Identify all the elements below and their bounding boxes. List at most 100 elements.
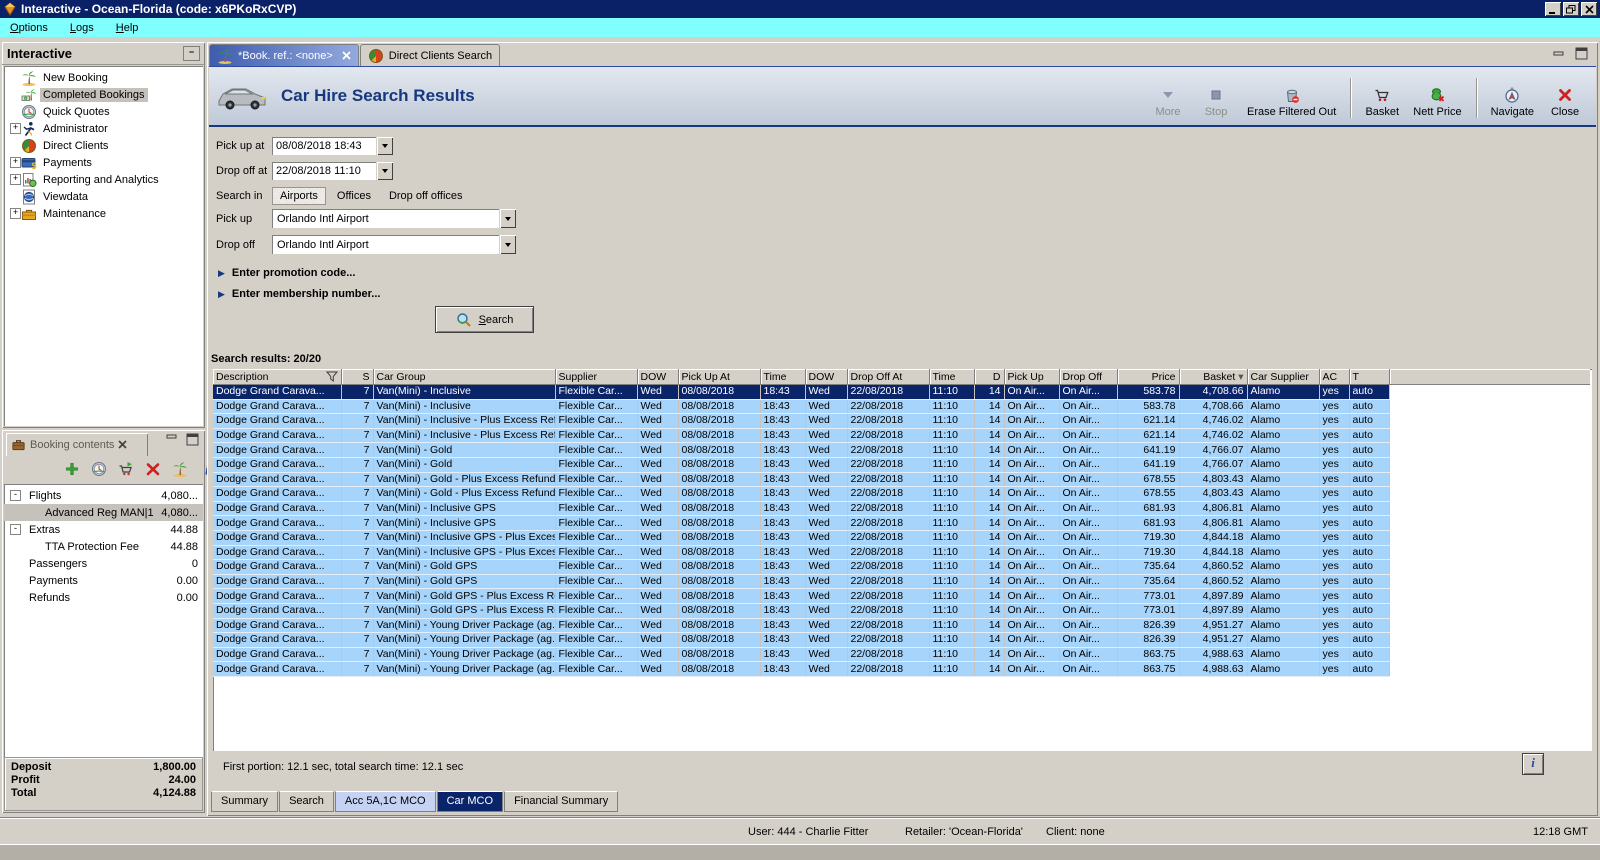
- result-row[interactable]: Dodge Grand Carava...7Van(Mini) - Gold G…: [213, 574, 1590, 589]
- result-row[interactable]: Dodge Grand Carava...7Van(Mini) - Inclus…: [213, 530, 1590, 545]
- tree-expander[interactable]: +: [10, 208, 21, 219]
- dropoff-combo[interactable]: Orlando Intl Airport: [272, 235, 499, 254]
- booking-row-expander[interactable]: -: [10, 490, 21, 501]
- toolbar-nett-price-button[interactable]: Nett Price: [1413, 87, 1461, 118]
- panel-maximize-icon[interactable]: [186, 433, 199, 446]
- result-row[interactable]: Dodge Grand Carava...7Van(Mini) - Inclus…: [213, 385, 1590, 400]
- promotion-code-expander[interactable]: ▶ Enter promotion code...: [218, 267, 355, 279]
- dropoff-at-dropdown-icon[interactable]: [377, 162, 393, 180]
- column-header-basket[interactable]: Basket ▾: [1179, 369, 1247, 385]
- result-row[interactable]: Dodge Grand Carava...7Van(Mini) - Young …: [213, 618, 1590, 633]
- document-tab-active[interactable]: *Book. ref.: <none>: [209, 44, 359, 66]
- sidebar-item-administrator[interactable]: +Administrator: [4, 120, 203, 137]
- column-header-pick-up-at[interactable]: Pick Up At: [678, 369, 760, 385]
- pane-maximize-icon[interactable]: [1575, 47, 1588, 60]
- search-in-option-offices[interactable]: Offices: [330, 188, 378, 204]
- menu-item-options[interactable]: Options: [10, 22, 48, 34]
- column-header-drop-off-at[interactable]: Drop Off At: [847, 369, 929, 385]
- minimize-button[interactable]: [1545, 2, 1561, 16]
- pickup-at-dropdown-icon[interactable]: [377, 137, 393, 155]
- info-button[interactable]: i: [1522, 753, 1544, 775]
- booking-tool-palm[interactable]: [172, 461, 188, 477]
- booking-row-passengers[interactable]: Passengers0: [4, 555, 203, 572]
- result-row[interactable]: Dodge Grand Carava...7Van(Mini) - Gold G…: [213, 589, 1590, 604]
- column-header-dow[interactable]: DOW: [805, 369, 847, 385]
- bottom-tab-car-mco[interactable]: Car MCO: [437, 791, 503, 812]
- sidebar-item-reporting-and-analytics[interactable]: +Reporting and Analytics: [4, 171, 203, 188]
- tree-expander[interactable]: +: [10, 174, 21, 185]
- booking-tool-add[interactable]: [64, 461, 80, 477]
- result-row[interactable]: Dodge Grand Carava...7Van(Mini) - Young …: [213, 633, 1590, 648]
- toolbar-close-button[interactable]: Close: [1548, 87, 1582, 118]
- column-header-time[interactable]: Time: [929, 369, 974, 385]
- sidebar-item-payments[interactable]: +$Payments: [4, 154, 203, 171]
- booking-row-payments[interactable]: Payments0.00: [4, 572, 203, 589]
- search-in-option-airports[interactable]: Airports: [272, 187, 326, 205]
- result-row[interactable]: Dodge Grand Carava...7Van(Mini) - Young …: [213, 662, 1590, 677]
- booking-contents-close-icon[interactable]: [118, 440, 127, 449]
- result-row[interactable]: Dodge Grand Carava...7Van(Mini) - Inclus…: [213, 516, 1590, 531]
- toolbar-navigate-button[interactable]: Navigate: [1491, 87, 1534, 118]
- document-tab-inactive[interactable]: Direct Clients Search: [360, 44, 500, 66]
- result-row[interactable]: Dodge Grand Carava...7Van(Mini) - Gold G…: [213, 560, 1590, 575]
- column-header-car-supplier[interactable]: Car Supplier: [1247, 369, 1319, 385]
- sidebar-item-direct-clients[interactable]: Direct Clients: [4, 137, 203, 154]
- pickup-combo[interactable]: Orlando Intl Airport: [272, 209, 499, 228]
- sidebar-item-new-booking[interactable]: New Booking: [4, 69, 203, 86]
- column-header-price[interactable]: Price: [1117, 369, 1179, 385]
- dropoff-combo-dropdown-icon[interactable]: [500, 235, 516, 254]
- pickup-combo-dropdown-icon[interactable]: [500, 209, 516, 228]
- bottom-tab-financial-summary[interactable]: Financial Summary: [504, 791, 618, 812]
- result-row[interactable]: Dodge Grand Carava...7Van(Mini) - Gold -…: [213, 487, 1590, 502]
- membership-number-expander[interactable]: ▶ Enter membership number...: [218, 288, 380, 300]
- booking-row-tta-protection-fee[interactable]: TTA Protection Fee44.88: [4, 538, 203, 555]
- search-button[interactable]: Search: [435, 306, 534, 333]
- result-row[interactable]: Dodge Grand Carava...7Van(Mini) - GoldFl…: [213, 443, 1590, 458]
- column-header-ac[interactable]: AC: [1319, 369, 1349, 385]
- panel-collapse-button[interactable]: −: [183, 46, 200, 61]
- result-row[interactable]: Dodge Grand Carava...7Van(Mini) - Inclus…: [213, 501, 1590, 516]
- bottom-tab-acc-5a-1c-mco[interactable]: Acc 5A,1C MCO: [335, 791, 436, 812]
- column-header-pick-up[interactable]: Pick Up: [1004, 369, 1059, 385]
- menu-item-logs[interactable]: Logs: [70, 22, 94, 34]
- column-header-s[interactable]: S: [341, 369, 373, 385]
- column-header-t[interactable]: T: [1349, 369, 1389, 385]
- result-row[interactable]: Dodge Grand Carava...7Van(Mini) - Young …: [213, 647, 1590, 662]
- booking-row-extras[interactable]: -Extras44.88: [4, 521, 203, 538]
- tree-expander[interactable]: +: [10, 123, 21, 134]
- sidebar-item-completed-bookings[interactable]: Completed Bookings: [4, 86, 203, 103]
- restore-button[interactable]: [1563, 2, 1579, 16]
- sidebar-item-viewdata[interactable]: Viewdata: [4, 188, 203, 205]
- pickup-at-input[interactable]: 08/08/2018 18:43: [272, 137, 376, 155]
- bottom-tab-summary[interactable]: Summary: [211, 791, 278, 812]
- result-row[interactable]: Dodge Grand Carava...7Van(Mini) - Gold -…: [213, 472, 1590, 487]
- booking-tool-delete[interactable]: [145, 461, 161, 477]
- result-row[interactable]: Dodge Grand Carava...7Van(Mini) - Inclus…: [213, 428, 1590, 443]
- dropoff-at-input[interactable]: 22/08/2018 11:10: [272, 162, 376, 180]
- booking-row-advanced-reg-man-1[interactable]: Advanced Reg MAN|14,080...: [4, 504, 203, 521]
- toolbar-basket-button[interactable]: Basket: [1365, 87, 1399, 118]
- column-header-description[interactable]: Description: [213, 369, 341, 385]
- toolbar-erase-filtered-out-button[interactable]: Erase Filtered Out: [1247, 87, 1336, 118]
- column-header-car-group[interactable]: Car Group: [373, 369, 555, 385]
- result-row[interactable]: Dodge Grand Carava...7Van(Mini) - Inclus…: [213, 414, 1590, 429]
- tree-expander[interactable]: +: [10, 157, 21, 168]
- sidebar-item-maintenance[interactable]: +Maintenance: [4, 205, 203, 222]
- menu-item-help[interactable]: Help: [116, 22, 139, 34]
- bottom-tab-search[interactable]: Search: [279, 791, 334, 812]
- booking-row-refunds[interactable]: Refunds0.00: [4, 589, 203, 606]
- tab-close-icon[interactable]: [342, 51, 351, 60]
- booking-row-expander[interactable]: -: [10, 524, 21, 535]
- booking-row-flights[interactable]: -Flights4,080...: [4, 487, 203, 504]
- column-header-dow[interactable]: DOW: [637, 369, 678, 385]
- search-in-option-drop-off-offices[interactable]: Drop off offices: [382, 188, 470, 204]
- result-row[interactable]: Dodge Grand Carava...7Van(Mini) - Inclus…: [213, 399, 1590, 414]
- column-header-supplier[interactable]: Supplier: [555, 369, 637, 385]
- column-header-drop-off[interactable]: Drop Off: [1059, 369, 1117, 385]
- result-row[interactable]: Dodge Grand Carava...7Van(Mini) - Inclus…: [213, 545, 1590, 560]
- sidebar-item-quick-quotes[interactable]: Quick Quotes: [4, 103, 203, 120]
- column-header-time[interactable]: Time: [760, 369, 805, 385]
- booking-contents-tab[interactable]: Booking contents: [6, 433, 148, 456]
- pane-minimize-icon[interactable]: [1553, 49, 1565, 59]
- booking-tool-clockglobe[interactable]: [91, 461, 107, 477]
